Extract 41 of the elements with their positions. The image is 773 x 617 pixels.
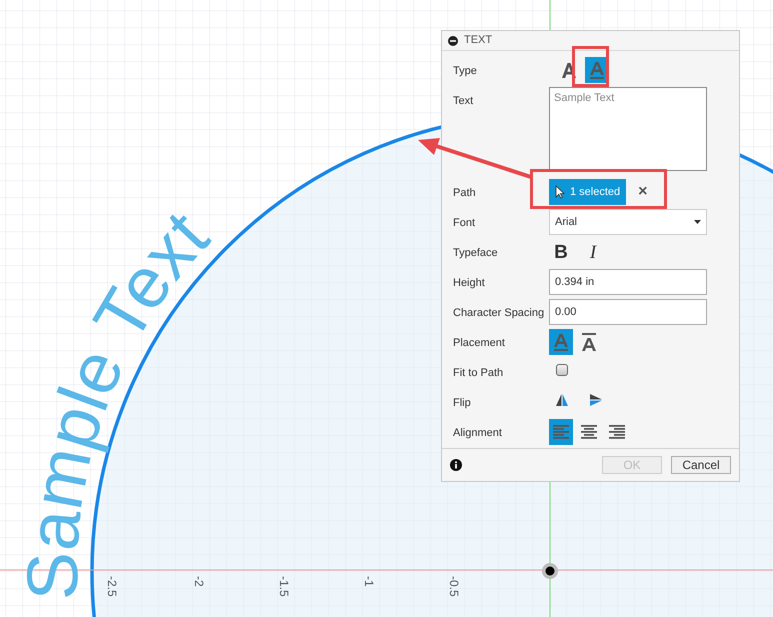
underline-letter-icon bbox=[552, 332, 570, 352]
axis-label: -1 bbox=[361, 576, 377, 587]
checkbox[interactable] bbox=[556, 364, 568, 376]
highlight-frame bbox=[572, 46, 609, 87]
option-toggle[interactable] bbox=[549, 419, 573, 446]
path-letter-icon bbox=[588, 60, 606, 80]
italic-toggle[interactable]: I bbox=[581, 239, 605, 268]
field-label: Typeface bbox=[453, 246, 499, 262]
text-area[interactable]: Sample Text bbox=[549, 87, 707, 172]
field-label: Alignment bbox=[453, 426, 503, 442]
option-toggle[interactable] bbox=[549, 329, 573, 356]
align-right-icon bbox=[608, 424, 626, 440]
font-dropdown[interactable]: Arial bbox=[549, 209, 707, 236]
align-left-icon bbox=[552, 424, 570, 440]
field-label: Fit to Path bbox=[453, 366, 504, 382]
letter-icon bbox=[560, 61, 578, 80]
collapse-icon[interactable] bbox=[448, 36, 458, 46]
flip-horizontal-icon[interactable] bbox=[555, 393, 569, 408]
dropdown-caret-icon bbox=[694, 220, 701, 224]
field-label: Character Spacing bbox=[453, 306, 546, 322]
field-label: Path bbox=[453, 186, 477, 202]
field-label: Height bbox=[453, 276, 486, 292]
bold-toggle[interactable]: B bbox=[549, 239, 573, 268]
spacing-field[interactable]: 0.00 bbox=[549, 299, 707, 326]
field-label: Text bbox=[453, 94, 474, 110]
field-label: Placement bbox=[453, 336, 506, 352]
overline-letter-icon bbox=[580, 332, 598, 352]
info-icon[interactable] bbox=[450, 459, 462, 472]
axis-label: -0.5 bbox=[446, 576, 462, 597]
clear-button[interactable]: × bbox=[634, 180, 652, 204]
align-center-icon bbox=[580, 424, 598, 440]
flip-vertical-icon[interactable] bbox=[589, 393, 603, 408]
field-label: Flip bbox=[453, 396, 472, 412]
cursor-icon bbox=[555, 185, 565, 200]
field-label: Type bbox=[453, 64, 478, 80]
field-label: Font bbox=[453, 216, 476, 232]
dialog-title: TEXT bbox=[464, 33, 492, 48]
origin-point bbox=[542, 563, 558, 579]
cancel-button[interactable]: Cancel bbox=[671, 456, 731, 474]
axis-label: -1.5 bbox=[276, 576, 292, 597]
height-field[interactable]: 0.394 in bbox=[549, 269, 707, 296]
